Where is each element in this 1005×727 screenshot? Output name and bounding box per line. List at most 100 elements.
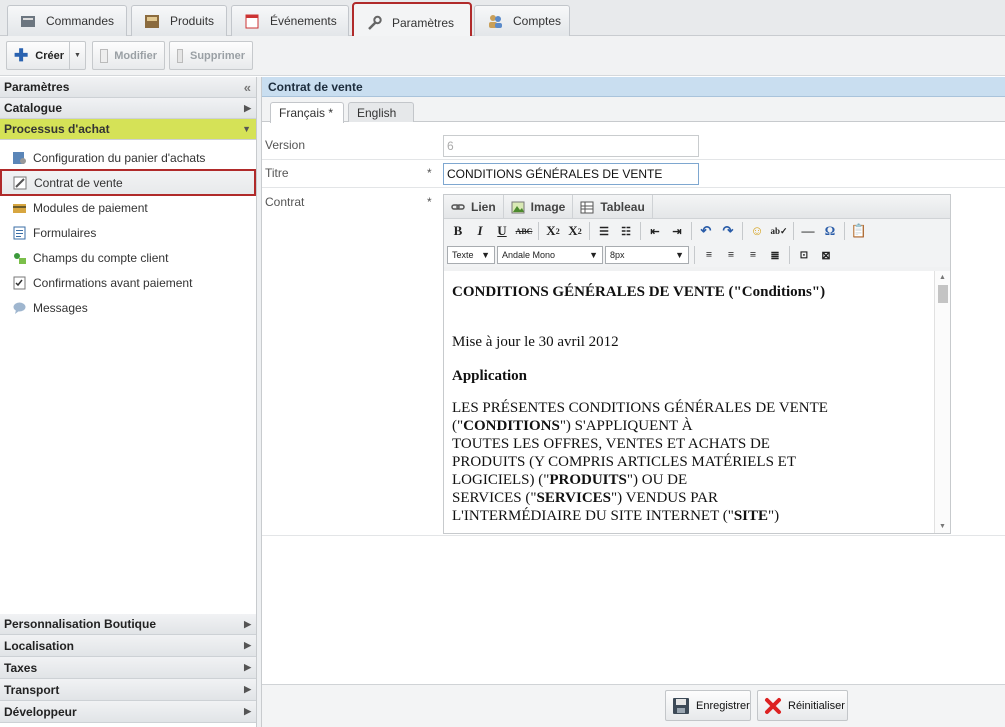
superscript-button[interactable]: X2 — [564, 221, 586, 241]
sidebar-item-champs-compte[interactable]: Champs du compte client — [0, 245, 256, 270]
editor-scrollbar[interactable]: ▲ ▼ — [934, 271, 950, 533]
spellcheck-icon[interactable]: ab✓ — [768, 221, 790, 241]
tab-label: Comptes — [513, 14, 562, 28]
modify-button[interactable]: Modifier — [92, 41, 165, 70]
edit-icon — [100, 48, 109, 63]
floppy-disk-icon — [672, 697, 690, 715]
orders-icon — [20, 13, 36, 29]
sidebar-item-paiement[interactable]: Modules de paiement — [0, 195, 256, 220]
sidebar-section-taxes[interactable]: Taxes ▶ — [0, 657, 256, 679]
tab-comptes[interactable]: Comptes — [474, 5, 570, 36]
content-section: Application — [452, 368, 528, 384]
sidebar-section-processus-achat[interactable]: Processus d'achat ▼ — [0, 119, 256, 140]
editor-tabs: Lien Image Tableau — [444, 195, 950, 219]
sidebar-item-messages[interactable]: Messages — [0, 295, 256, 320]
tab-english[interactable]: English — [348, 102, 414, 122]
editor-tab-table[interactable]: Tableau — [573, 195, 653, 218]
reset-button[interactable]: Réinitialiser — [757, 690, 848, 721]
chevron-down-icon: ▼ — [481, 250, 490, 260]
special-char-icon[interactable]: Ω — [819, 221, 841, 241]
item-label: Champs du compte client — [33, 250, 169, 265]
format-select[interactable]: Texte ▼ — [447, 246, 495, 264]
chevron-down-icon: ▼ — [675, 250, 684, 260]
align-left-icon[interactable]: ≡ — [698, 245, 720, 265]
sidebar-item-formulaires[interactable]: Formulaires — [0, 220, 256, 245]
separator — [538, 222, 539, 240]
tab-commandes[interactable]: Commandes — [7, 5, 127, 36]
underline-button[interactable]: U — [491, 221, 513, 241]
italic-button[interactable]: I — [469, 221, 491, 241]
required-marker: * — [427, 195, 432, 209]
strikethrough-button[interactable]: ABC — [513, 221, 535, 241]
size-select[interactable]: 8px ▼ — [605, 246, 689, 264]
separator — [691, 222, 692, 240]
tab-produits[interactable]: Produits — [131, 5, 227, 36]
bullet-list-icon[interactable]: ☰ — [593, 221, 615, 241]
indent-icon[interactable]: ⇥ — [666, 221, 688, 241]
sidebar-section-developpeur[interactable]: Développeur ▶ — [0, 701, 256, 723]
separator — [640, 222, 641, 240]
tab-label: Paramètres — [392, 15, 455, 30]
save-button[interactable]: Enregistrer — [665, 690, 751, 721]
separator — [694, 246, 695, 264]
source-code-icon[interactable]: ⊡ — [793, 245, 815, 265]
horizontal-rule-icon[interactable]: — — [797, 221, 819, 241]
title-field[interactable]: CONDITIONS GÉNÉRALES DE VENTE — [443, 163, 699, 185]
sidebar-item-confirmations[interactable]: Confirmations avant paiement — [0, 270, 256, 295]
action-toolbar: ✚ Créer ▼ Modifier Supprimer — [0, 36, 1005, 76]
sidebar-section-localisation[interactable]: Localisation ▶ — [0, 635, 256, 657]
chevron-down-icon[interactable]: ▼ — [69, 42, 85, 69]
sidebar-title-label: Paramètres — [4, 80, 70, 94]
item-label: Configuration du panier d'achats — [33, 150, 206, 165]
delete-label: Supprimer — [189, 49, 245, 62]
delete-button[interactable]: Supprimer — [169, 41, 253, 70]
calendar-icon — [244, 13, 260, 29]
content-line: LES PRÉSENTES CONDITIONS GÉNÉRALES DE VE… — [452, 400, 828, 416]
cart-config-icon — [12, 151, 27, 165]
save-label: Enregistrer — [696, 699, 750, 712]
credit-card-icon — [12, 201, 27, 215]
scroll-down-icon[interactable]: ▼ — [935, 523, 950, 530]
undo-icon[interactable]: ↶ — [695, 221, 717, 241]
editor-content[interactable]: CONDITIONS GÉNÉRALES DE VENTE ("Conditio… — [444, 271, 934, 533]
message-icon — [12, 301, 27, 315]
section-label: Processus d'achat — [4, 122, 110, 136]
scroll-up-icon[interactable]: ▲ — [935, 271, 950, 281]
sidebar-item-panier[interactable]: Configuration du panier d'achats — [0, 145, 256, 170]
align-right-icon[interactable]: ≡ — [742, 245, 764, 265]
select-value: Andale Mono — [502, 250, 556, 260]
link-icon — [451, 200, 465, 214]
item-label: Formulaires — [33, 225, 97, 240]
user-fields-icon — [12, 251, 27, 265]
bold-button[interactable]: B — [447, 221, 469, 241]
collapse-icon[interactable]: « — [244, 80, 251, 95]
sidebar-section-personnalisation[interactable]: Personnalisation Boutique ▶ — [0, 614, 256, 635]
justify-icon[interactable]: ≣ — [764, 245, 786, 265]
version-field[interactable]: 6 — [443, 135, 699, 157]
chevron-down-icon: ▼ — [589, 250, 598, 260]
reset-label: Réinitialiser — [788, 699, 845, 712]
sidebar-section-transport[interactable]: Transport ▶ — [0, 679, 256, 701]
font-select[interactable]: Andale Mono ▼ — [497, 246, 603, 264]
tab-francais[interactable]: Français * — [270, 102, 344, 123]
sidebar-section-catalogue[interactable]: Catalogue ▶ — [0, 98, 256, 119]
redo-icon[interactable]: ↷ — [717, 221, 739, 241]
create-button[interactable]: ✚ Créer ▼ — [6, 41, 86, 70]
paste-icon[interactable]: 📋 — [848, 221, 870, 241]
align-center-icon[interactable]: ≡ — [720, 245, 742, 265]
numbered-list-icon[interactable]: ☷ — [615, 221, 637, 241]
subscript-button[interactable]: X2 — [542, 221, 564, 241]
editor-tab-image[interactable]: Image — [504, 195, 574, 218]
form-actions: Enregistrer Réinitialiser — [262, 684, 1005, 727]
fullscreen-icon[interactable]: ⊠ — [815, 245, 837, 265]
content-line: LOGICIELS) ("PRODUITS") OU DE — [452, 472, 688, 488]
sidebar-item-contrat[interactable]: Contrat de vente — [0, 169, 256, 196]
smiley-icon[interactable]: ☺ — [746, 221, 768, 241]
modify-label: Modifier — [114, 49, 157, 62]
outdent-icon[interactable]: ⇤ — [644, 221, 666, 241]
content-body: LES PRÉSENTES CONDITIONS GÉNÉRALES DE VE… — [452, 399, 926, 525]
trash-icon — [177, 48, 183, 63]
editor-tab-link[interactable]: Lien — [444, 195, 504, 218]
tab-evenements[interactable]: Événements — [231, 5, 349, 36]
scroll-thumb[interactable] — [937, 285, 948, 303]
